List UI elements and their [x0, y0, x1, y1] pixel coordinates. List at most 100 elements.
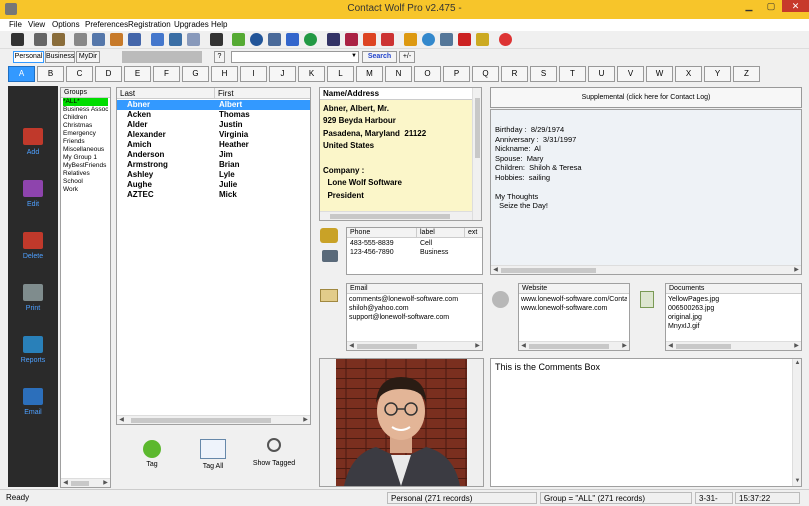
group-item[interactable]: Children — [63, 114, 108, 122]
close-icon[interactable]: ✕ — [782, 0, 809, 12]
printer-icon[interactable] — [74, 33, 87, 46]
key-icon[interactable] — [476, 33, 489, 46]
alpha-button-y[interactable]: Y — [704, 66, 731, 82]
alarm-icon[interactable] — [363, 33, 376, 46]
tab-mydir[interactable]: MyDir — [76, 51, 100, 63]
alpha-button-r[interactable]: R — [501, 66, 528, 82]
alpha-button-q[interactable]: Q — [472, 66, 499, 82]
refresh-icon[interactable] — [422, 33, 435, 46]
sidebar-reports-button[interactable]: Reports — [8, 336, 58, 364]
sidebar-email-button[interactable]: Email — [8, 388, 58, 416]
sidebar-delete-button[interactable]: Delete — [8, 232, 58, 260]
alpha-button-b[interactable]: B — [37, 66, 64, 82]
website-hscroll[interactable]: ◀ ▶ — [519, 341, 629, 350]
search-input[interactable]: ▼ — [231, 51, 359, 63]
network-icon[interactable] — [440, 33, 453, 46]
group-item[interactable]: Relatives — [63, 170, 108, 178]
contact-row[interactable]: Anderson Jim — [117, 150, 310, 160]
tag-button[interactable]: Tag — [138, 440, 166, 468]
fax-icon[interactable] — [322, 250, 338, 262]
alpha-button-t[interactable]: T — [559, 66, 586, 82]
archive-icon[interactable] — [52, 33, 65, 46]
document-attach-icon[interactable] — [640, 291, 654, 308]
alpha-button-j[interactable]: J — [269, 66, 296, 82]
menu-help[interactable]: Help — [211, 20, 227, 29]
email-row[interactable]: support@lonewolf-software.com — [349, 313, 480, 323]
alpha-button-w[interactable]: W — [646, 66, 673, 82]
save-icon[interactable] — [11, 33, 24, 46]
alpha-button-u[interactable]: U — [588, 66, 615, 82]
email-hscroll[interactable]: ◀ ▶ — [347, 341, 482, 350]
alpha-button-h[interactable]: H — [211, 66, 238, 82]
document-row[interactable]: MnyxIJ.gif — [668, 322, 799, 332]
group-item[interactable]: My Group 1 — [63, 154, 108, 162]
globe-icon[interactable] — [250, 33, 263, 46]
group-item[interactable]: Work — [63, 186, 108, 194]
envelope-icon[interactable] — [320, 289, 338, 302]
column-header-first[interactable]: First — [215, 88, 310, 99]
maximize-icon[interactable]: ▢ — [760, 0, 782, 12]
group-item[interactable]: School — [63, 178, 108, 186]
contacts-scrollbar[interactable]: ◀ ▶ — [117, 415, 310, 424]
contact-row[interactable]: Amich Heather — [117, 140, 310, 150]
help-button[interactable]: ? — [214, 51, 225, 63]
plus-minus-button[interactable]: +/- — [399, 51, 415, 63]
alpha-button-p[interactable]: P — [443, 66, 470, 82]
supplemental-button[interactable]: Supplemental (click here for Contact Log… — [490, 87, 802, 108]
alpha-button-m[interactable]: M — [356, 66, 383, 82]
tab-personal[interactable]: Personal — [13, 51, 44, 63]
picture-icon[interactable] — [286, 33, 299, 46]
group-item[interactable]: *ALL* — [63, 98, 108, 106]
alpha-button-k[interactable]: K — [298, 66, 325, 82]
alpha-button-c[interactable]: C — [66, 66, 93, 82]
tools-icon[interactable] — [110, 33, 123, 46]
documents-hscroll[interactable]: ◀ ▶ — [666, 341, 801, 350]
scissors-icon[interactable] — [381, 33, 394, 46]
phone-col-header[interactable]: Phone — [347, 228, 417, 238]
film-icon[interactable] — [345, 33, 358, 46]
contact-row[interactable]: Acken Thomas — [117, 110, 310, 120]
comments-box[interactable]: This is the Comments Box ▲ ▼ — [490, 358, 802, 487]
phone-icon[interactable] — [320, 228, 338, 243]
group-item[interactable]: Friends — [63, 138, 108, 146]
badge-icon[interactable] — [458, 33, 471, 46]
label-col-header[interactable]: label — [417, 228, 465, 238]
tab-business[interactable]: Business — [45, 51, 75, 63]
search-button[interactable]: Search — [362, 51, 397, 63]
star-icon[interactable] — [404, 33, 417, 46]
alpha-button-v[interactable]: V — [617, 66, 644, 82]
menu-file[interactable]: File — [9, 20, 22, 29]
chat-icon[interactable] — [304, 33, 317, 46]
alpha-button-e[interactable]: E — [124, 66, 151, 82]
group-item[interactable]: Miscellaneous — [63, 146, 108, 154]
address-hscroll[interactable] — [320, 211, 472, 220]
web-globe-icon[interactable] — [492, 291, 509, 308]
menu-registration[interactable]: Registration — [128, 20, 171, 29]
sidebar-edit-button[interactable]: Edit — [8, 180, 58, 208]
menu-view[interactable]: View — [28, 20, 45, 29]
export-icon[interactable] — [187, 33, 200, 46]
alpha-button-z[interactable]: Z — [733, 66, 760, 82]
lifebuoy-icon[interactable] — [499, 33, 512, 46]
document-icon[interactable] — [151, 33, 164, 46]
group-item[interactable]: Christmas — [63, 122, 108, 130]
website-row[interactable]: www.lonewolf-software.com — [521, 304, 627, 314]
ext-col-header[interactable]: ext — [465, 228, 482, 238]
show-tagged-button[interactable]: Show Tagged — [251, 438, 297, 467]
comments-vscroll[interactable]: ▲ ▼ — [792, 359, 801, 486]
contact-row[interactable]: AZTEC Mick — [117, 190, 310, 200]
print-preview-icon[interactable] — [92, 33, 105, 46]
folder-icon[interactable] — [232, 33, 245, 46]
contact-row[interactable]: Ashley Lyle — [117, 170, 310, 180]
contact-row[interactable]: Armstrong Brian — [117, 160, 310, 170]
supplemental-hscroll[interactable]: ◀ ▶ — [491, 265, 801, 274]
wand-icon[interactable] — [268, 33, 281, 46]
group-item[interactable]: Business Associa — [63, 106, 108, 114]
address-vscroll[interactable] — [472, 88, 481, 220]
tag-all-button[interactable]: Tag All — [196, 439, 230, 470]
sidebar-add-button[interactable]: Add — [8, 128, 58, 156]
contact-row[interactable]: Alexander Virginia — [117, 130, 310, 140]
group-item[interactable]: MyBestFriends — [63, 162, 108, 170]
book-icon[interactable] — [327, 33, 340, 46]
group-item[interactable]: Emergency — [63, 130, 108, 138]
